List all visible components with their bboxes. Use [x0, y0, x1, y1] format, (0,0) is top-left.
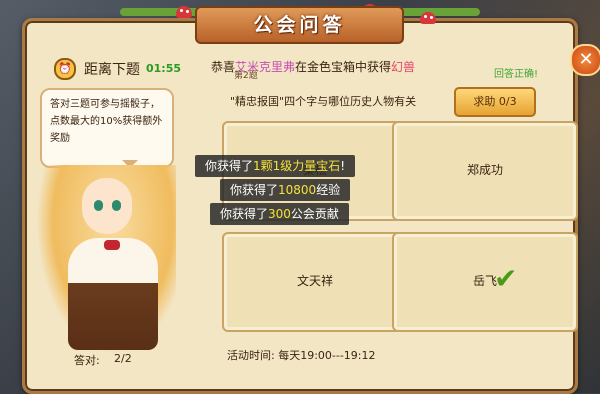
ticker-middle: 在金色宝箱中获得: [295, 60, 392, 74]
hint-speech-bubble: 答对三题可参与摇骰子，点数最大的10%获得额外奖励: [40, 88, 174, 168]
score-value: 2/2: [114, 352, 132, 365]
reward-prefix: 你获得了: [205, 159, 254, 173]
help-button-label: 求助 0/3: [473, 95, 517, 108]
timer-label: 距离下题: [84, 62, 140, 78]
answer-status: 回答正确!: [494, 69, 539, 80]
answer-option-label: 岳飞: [472, 274, 497, 288]
alarm-clock-icon: ⏰: [54, 58, 76, 80]
npc-eye: [94, 200, 103, 211]
activity-time: 活动时间: 每天19:00---19:12: [227, 349, 376, 362]
timer-value: 01:55: [146, 62, 182, 75]
answer-option-2[interactable]: 郑成功: [392, 121, 578, 221]
reward-suffix: !: [340, 159, 346, 173]
reward-amount: 300: [268, 207, 291, 221]
answer-option-label: 文天祥: [296, 274, 333, 288]
help-button[interactable]: 求助 0/3: [454, 87, 536, 117]
answer-option-3[interactable]: 文天祥: [222, 232, 408, 332]
reward-suffix: 经验: [316, 183, 341, 197]
npc-bow: [104, 240, 120, 250]
mushroom-icon: [420, 12, 436, 24]
reward-suffix: 公会贡献: [290, 207, 339, 221]
ticker-item: 幻兽: [391, 60, 416, 74]
answer-option-label: 郑成功: [466, 163, 503, 177]
npc-eye: [112, 200, 121, 211]
close-icon: ✕: [578, 49, 594, 70]
mushroom-icon: [176, 6, 192, 18]
reward-toast: 你获得了1颗1级力量宝石!: [195, 155, 356, 177]
score-label: 答对:: [74, 354, 100, 367]
reward-toast: 你获得了300公会贡献: [210, 203, 349, 225]
question-text: "精忠报国"四个字与哪位历史人物有关: [230, 95, 417, 108]
close-button[interactable]: ✕: [570, 44, 600, 76]
npc-face: [82, 178, 132, 234]
checkmark-icon: ✔: [494, 262, 518, 295]
npc-body: [68, 238, 158, 350]
reward-toast: 你获得了10800经验: [220, 179, 351, 201]
reward-item: 1级力量宝石: [272, 159, 341, 173]
title-banner: 公会问答: [195, 6, 404, 44]
ticker-prefix: 恭喜: [211, 60, 236, 74]
reward-prefix: 你获得了: [220, 207, 269, 221]
reward-prefix: 你获得了: [230, 183, 279, 197]
question-number: 第2题: [234, 71, 258, 81]
answer-option-4[interactable]: 岳飞 ✔: [392, 232, 578, 332]
reward-amount: 1颗: [253, 159, 273, 173]
panel-title: 公会问答: [253, 14, 346, 36]
hint-text: 答对三题可参与摇骰子，点数最大的10%获得额外奖励: [50, 99, 163, 144]
reward-amount: 10800: [278, 183, 317, 197]
